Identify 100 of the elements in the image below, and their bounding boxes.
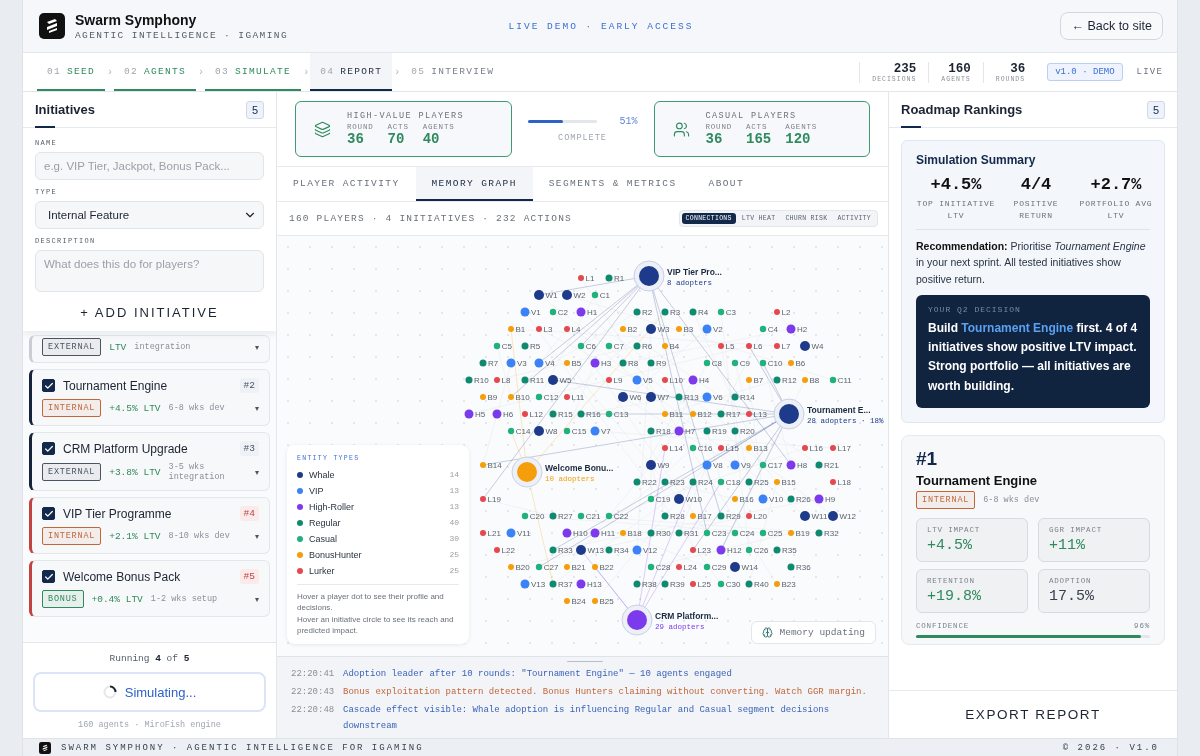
player-label: R24 bbox=[698, 478, 713, 487]
rank-badge: #2 bbox=[239, 378, 259, 393]
legend-name: BonusHunter bbox=[309, 549, 363, 560]
player-label: C11 bbox=[837, 376, 852, 385]
player-label: V13 bbox=[531, 580, 546, 589]
player-label: R21 bbox=[824, 461, 839, 470]
log-time: 22:20:48 bbox=[291, 704, 336, 718]
rank-badge: #5 bbox=[239, 569, 259, 584]
view-tab[interactable]: MEMORY GRAPH bbox=[415, 167, 533, 201]
player-label: B15 bbox=[781, 478, 796, 487]
demo-label: LIVE DEMO · EARLY ACCESS bbox=[508, 20, 694, 32]
player-label: B24 bbox=[571, 597, 586, 606]
player-label: C24 bbox=[739, 529, 755, 538]
legend-name: Whale bbox=[309, 469, 336, 480]
initiative-card[interactable]: VIP Tier Programme #4 INTERNAL +2.1% LTV 8-10 wks dev ▾ bbox=[29, 497, 270, 554]
player-label: W12 bbox=[839, 512, 856, 521]
player-label: B3 bbox=[683, 325, 694, 334]
player-label: R5 bbox=[530, 342, 541, 351]
player-label: L24 bbox=[683, 563, 697, 572]
expand-caret[interactable]: ▾ bbox=[255, 531, 259, 541]
expand-caret[interactable]: ▾ bbox=[255, 342, 259, 352]
type-tag: EXTERNAL bbox=[42, 463, 102, 481]
legend-count: 25 bbox=[449, 566, 459, 576]
player-label: B16 bbox=[739, 495, 754, 504]
player-label: W1 bbox=[545, 291, 558, 300]
initiative-card[interactable]: Welcome Bonus Pack #5 BONUS +0.4% LTV 1-2 wks setup ▾ bbox=[29, 560, 270, 617]
legend-name: Lurker bbox=[309, 565, 336, 576]
player-label: B10 bbox=[515, 393, 530, 402]
stat-value: 36 bbox=[705, 131, 724, 147]
player-label: R14 bbox=[740, 393, 755, 402]
log-time: 22:20:41 bbox=[291, 667, 336, 681]
step-separator: › bbox=[106, 65, 115, 80]
player-label: W2 bbox=[573, 291, 586, 300]
summary-value: +4.5% bbox=[930, 175, 982, 194]
player-label: H12 bbox=[727, 546, 742, 555]
player-label: L5 bbox=[725, 342, 735, 351]
expand-caret[interactable]: ▾ bbox=[255, 403, 259, 413]
player-label: C6 bbox=[585, 342, 596, 351]
initiative-card[interactable]: EXTERNAL LTV integration ▾ bbox=[29, 335, 270, 363]
player-label: R7 bbox=[488, 359, 499, 368]
step-tab[interactable]: 05 INTERVIEW bbox=[401, 53, 505, 91]
player-label: V1 bbox=[531, 308, 541, 317]
description-field[interactable]: What does this do for players? bbox=[35, 250, 264, 292]
player-label: R4 bbox=[698, 308, 709, 317]
running-status: Running 4 of 5 bbox=[109, 653, 190, 664]
player-label: H2 bbox=[797, 325, 808, 334]
player-label: C25 bbox=[767, 529, 783, 538]
footer-text: SWARM SYMPHONY · AGENTIC INTELLIGENCE FOR IGAMING bbox=[61, 742, 424, 753]
legend-count: 14 bbox=[449, 470, 459, 480]
name-field[interactable]: e.g. VIP Tier, Jackpot, Bonus Pack... bbox=[35, 152, 264, 180]
effort-text: integration bbox=[134, 342, 192, 352]
view-tab[interactable]: ABOUT bbox=[692, 167, 761, 201]
player-label: R29 bbox=[726, 512, 741, 521]
initiative-name: Tournament Engine bbox=[916, 472, 1039, 488]
player-label: W13 bbox=[587, 546, 604, 555]
player-label: W5 bbox=[559, 376, 572, 385]
player-label: B13 bbox=[753, 444, 768, 453]
summary-label: PORTFOLIO AVG LTV bbox=[1078, 198, 1154, 222]
initiative-label: CRM Platform... bbox=[655, 611, 719, 621]
player-label: C16 bbox=[697, 444, 713, 453]
player-label: L3 bbox=[543, 325, 553, 334]
view-tab[interactable]: PLAYER ACTIVITY bbox=[277, 167, 416, 201]
player-label: W3 bbox=[657, 325, 670, 334]
player-label: C30 bbox=[725, 580, 741, 589]
expand-caret[interactable]: ▾ bbox=[255, 467, 259, 477]
simulate-button[interactable]: Simulating... bbox=[33, 672, 266, 712]
player-label: B1 bbox=[515, 325, 526, 334]
expand-caret[interactable]: ▾ bbox=[255, 594, 259, 604]
type-select[interactable]: Internal Feature bbox=[35, 201, 264, 229]
player-label: B9 bbox=[487, 393, 498, 402]
player-label: V7 bbox=[601, 427, 611, 436]
stat-value: 36 bbox=[347, 131, 365, 147]
step-tab[interactable]: 04 REPORT bbox=[310, 53, 393, 91]
player-label: C3 bbox=[725, 308, 736, 317]
player-label: V10 bbox=[769, 495, 784, 504]
player-label: C4 bbox=[767, 325, 778, 334]
player-label: R17 bbox=[726, 410, 741, 419]
back-button[interactable]: ← Back to site bbox=[1060, 12, 1163, 40]
player-label: B8 bbox=[809, 376, 820, 385]
player-label: L15 bbox=[725, 444, 739, 453]
player-label: R10 bbox=[474, 376, 489, 385]
player-label: V3 bbox=[517, 359, 527, 368]
player-label: C15 bbox=[571, 427, 587, 436]
live-label: LIVE bbox=[1136, 67, 1163, 77]
count-badge: 5 bbox=[246, 100, 264, 119]
player-label: H3 bbox=[601, 359, 612, 368]
effort-text: 6-8 wks dev bbox=[168, 403, 226, 413]
player-label: H5 bbox=[475, 410, 486, 419]
player-label: R18 bbox=[656, 427, 671, 436]
player-label: R35 bbox=[782, 546, 797, 555]
count-badge: 5 bbox=[1147, 100, 1165, 119]
add-initiative-button[interactable]: + ADD INITIATIVE bbox=[35, 297, 264, 327]
player-label: H13 bbox=[587, 580, 602, 589]
player-label: R28 bbox=[670, 512, 685, 521]
summary-label: POSITIVE RETURN bbox=[1012, 198, 1060, 222]
view-tab[interactable]: SEGMENTS & METRICS bbox=[532, 167, 693, 201]
metric-value: +11% bbox=[1049, 536, 1086, 554]
rank-number: #1 bbox=[916, 447, 939, 470]
initiative-card[interactable]: Tournament Engine #2 INTERNAL +4.5% LTV 6-8 wks dev ▾ bbox=[29, 369, 270, 426]
player-label: B19 bbox=[795, 529, 810, 538]
